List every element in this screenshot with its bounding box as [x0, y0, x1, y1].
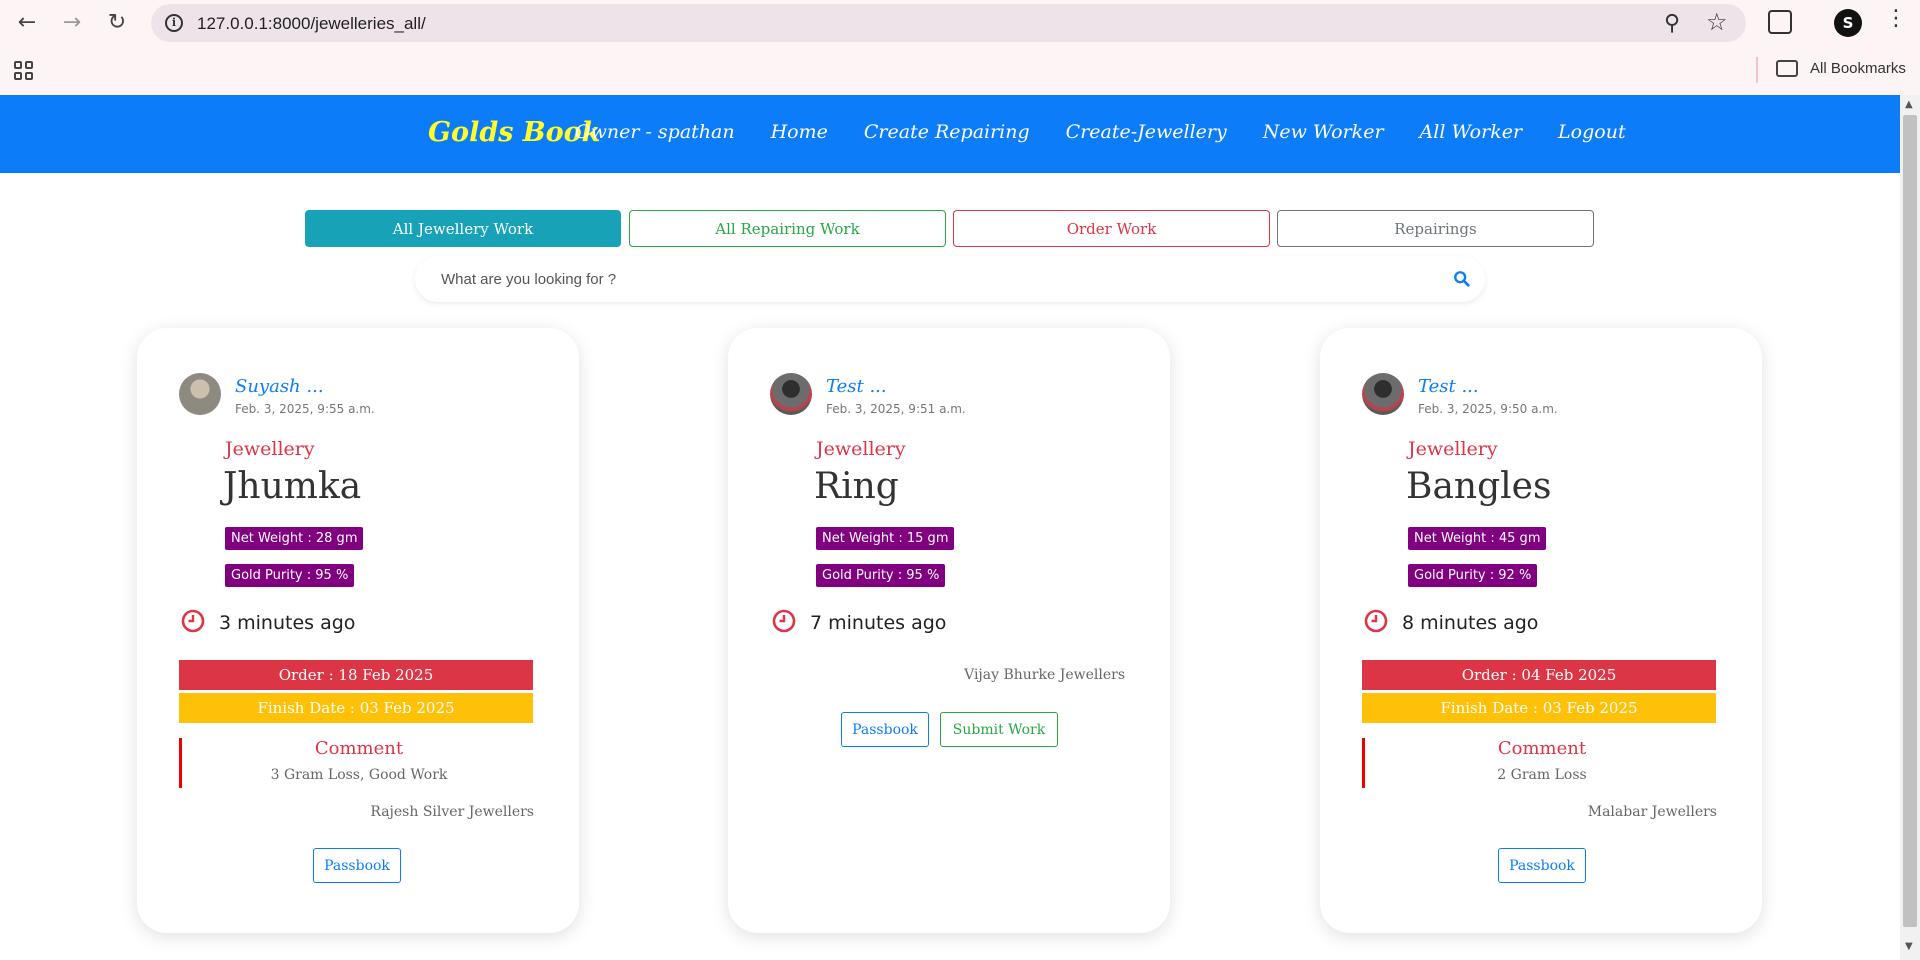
bookmark-star-icon[interactable]: ☆	[1706, 8, 1728, 36]
extensions-icon[interactable]	[1768, 10, 1792, 34]
nav-owner[interactable]: Owner - spathan	[575, 121, 735, 143]
owner-name[interactable]: Test ...	[1418, 376, 1479, 397]
page-scrollbar[interactable]: ▲ ▼	[1900, 95, 1920, 960]
comment-text: 3 Gram Loss, Good Work	[270, 767, 448, 783]
jewellery-card: Test ... Feb. 3, 2025, 9:50 a.m. Jewelle…	[1320, 328, 1762, 933]
gold-purity-badge: Gold Purity : 95 %	[816, 564, 946, 587]
item-category: Jewellery	[1408, 438, 1498, 460]
jewellery-card: Suyash ... Feb. 3, 2025, 9:55 a.m. Jewel…	[137, 328, 579, 933]
order-date-bar: Order : 18 Feb 2025	[179, 660, 533, 690]
back-icon[interactable]: ←	[14, 10, 40, 36]
post-date: Feb. 3, 2025, 9:55 a.m.	[235, 402, 375, 416]
apps-grid-icon[interactable]	[14, 61, 33, 80]
search-input[interactable]	[441, 267, 1421, 291]
nav-create-repairing[interactable]: Create Repairing	[864, 121, 1030, 143]
all-repairing-work-button[interactable]: All Repairing Work	[629, 210, 946, 247]
scroll-down-arrow-icon[interactable]: ▼	[1905, 941, 1913, 952]
post-date: Feb. 3, 2025, 9:51 a.m.	[826, 402, 966, 416]
folder-icon	[1776, 60, 1798, 77]
passbook-button[interactable]: Passbook	[313, 848, 401, 883]
zoom-icon[interactable]: ⚲	[1664, 11, 1680, 36]
item-name: Ring	[814, 466, 899, 507]
item-name: Bangles	[1406, 466, 1552, 507]
repairings-button[interactable]: Repairings	[1277, 210, 1594, 247]
clock-icon	[1364, 609, 1388, 633]
passbook-button[interactable]: Passbook	[1498, 848, 1586, 883]
search-icon[interactable]	[1453, 270, 1471, 288]
finish-date-bar: Finish Date : 03 Feb 2025	[179, 693, 533, 723]
nav-home[interactable]: Home	[771, 121, 828, 143]
time-ago: 7 minutes ago	[810, 612, 947, 634]
order-work-button[interactable]: Order Work	[953, 210, 1270, 247]
site-info-icon[interactable]: i	[165, 14, 183, 32]
net-weight-badge: Net Weight : 28 gm	[225, 527, 364, 550]
gold-purity-badge: Gold Purity : 95 %	[225, 564, 355, 587]
net-weight-badge: Net Weight : 15 gm	[816, 527, 955, 550]
all-bookmarks-link[interactable]: All Bookmarks	[1810, 60, 1906, 77]
bookmarks-bar: All Bookmarks	[0, 46, 1920, 95]
comment-text: 2 Gram Loss	[1497, 767, 1587, 783]
passbook-button[interactable]: Passbook	[841, 712, 929, 747]
scroll-up-arrow-icon[interactable]: ▲	[1905, 99, 1913, 110]
comment-title: Comment	[314, 738, 404, 759]
submit-work-button[interactable]: Submit Work	[940, 712, 1058, 747]
clock-icon	[181, 609, 205, 633]
jewellery-card: Test ... Feb. 3, 2025, 9:51 a.m. Jewelle…	[728, 328, 1170, 933]
finish-date-bar: Finish Date : 03 Feb 2025	[1362, 693, 1716, 723]
nav-new-worker[interactable]: New Worker	[1263, 121, 1384, 143]
address-url[interactable]: 127.0.0.1:8000/jewelleries_all/	[197, 14, 426, 34]
forward-icon[interactable]: →	[59, 10, 85, 36]
nav-links: Owner - spathan Home Create Repairing Cr…	[575, 121, 1662, 143]
post-date: Feb. 3, 2025, 9:50 a.m.	[1418, 402, 1558, 416]
comment-title: Comment	[1497, 738, 1587, 759]
avatar	[1362, 373, 1404, 415]
reload-icon[interactable]: ↻	[104, 10, 130, 36]
bookmarks-separator	[1756, 57, 1758, 83]
browser-toolbar: ← → ↻ i 127.0.0.1:8000/jewelleries_all/ …	[0, 0, 1920, 46]
gold-purity-badge: Gold Purity : 92 %	[1408, 564, 1538, 587]
nav-create-jewellery[interactable]: Create-Jewellery	[1066, 121, 1227, 143]
net-weight-badge: Net Weight : 45 gm	[1408, 527, 1547, 550]
comment-block: Comment 3 Gram Loss, Good Work	[179, 738, 533, 788]
time-ago: 3 minutes ago	[219, 612, 356, 634]
clock-icon	[772, 609, 796, 633]
owner-name[interactable]: Test ...	[826, 376, 887, 397]
all-jewellery-work-button[interactable]: All Jewellery Work	[305, 210, 621, 247]
browser-menu-icon[interactable]: ⋮	[1885, 8, 1907, 30]
nav-all-worker[interactable]: All Worker	[1420, 121, 1523, 143]
avatar	[179, 373, 221, 415]
profile-avatar[interactable]: S	[1834, 9, 1862, 37]
search-box	[415, 256, 1485, 302]
site-navbar: Golds Book Owner - spathan Home Create R…	[0, 95, 1900, 173]
comment-block: Comment 2 Gram Loss	[1362, 738, 1716, 788]
owner-name[interactable]: Suyash ...	[235, 376, 324, 397]
shop-name: Vijay Bhurke Jewellers	[964, 667, 1125, 683]
item-category: Jewellery	[816, 438, 906, 460]
item-category: Jewellery	[225, 438, 315, 460]
shop-name: Rajesh Silver Jewellers	[370, 804, 534, 820]
address-bar[interactable]: i 127.0.0.1:8000/jewelleries_all/ ⚲ ☆	[151, 4, 1746, 42]
avatar	[770, 373, 812, 415]
scroll-thumb[interactable]	[1903, 115, 1917, 927]
item-name: Jhumka	[223, 466, 362, 507]
time-ago: 8 minutes ago	[1402, 612, 1539, 634]
nav-logout[interactable]: Logout	[1558, 121, 1626, 143]
order-date-bar: Order : 04 Feb 2025	[1362, 660, 1716, 690]
shop-name: Malabar Jewellers	[1587, 804, 1717, 820]
